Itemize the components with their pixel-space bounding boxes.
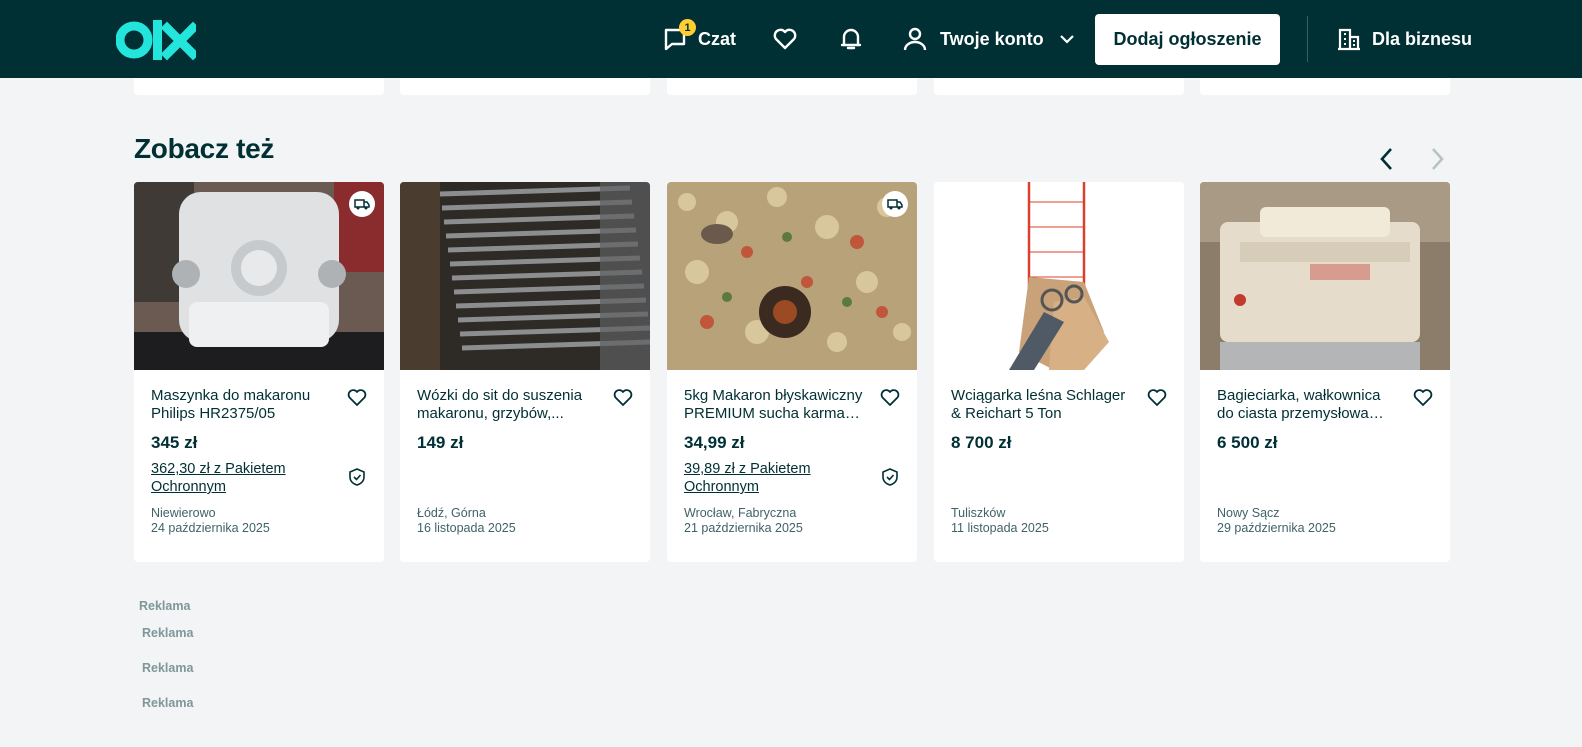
header-divider	[1307, 16, 1308, 62]
noodles-icon	[667, 182, 917, 370]
listing-location: Łódź, Górna	[417, 506, 486, 520]
protection-package-link[interactable]: 362,30 zł z Pakietem Ochronnym	[151, 460, 321, 496]
heart-icon	[346, 389, 368, 413]
listing-price: 345 zł	[151, 433, 198, 452]
ad-label: Reklama	[139, 599, 191, 613]
chevron-left-icon	[1377, 146, 1397, 177]
chat-unread-badge: 1	[679, 19, 696, 36]
listing-date: 24 października 2025	[151, 521, 270, 535]
heart-icon	[1146, 389, 1168, 413]
listing-image	[1200, 182, 1450, 370]
listing-price: 6 500 zł	[1217, 433, 1278, 452]
listing-date: 21 października 2025	[684, 521, 803, 535]
listing-image	[400, 182, 650, 370]
heart-icon	[612, 389, 634, 413]
business-label: Dla biznesu	[1372, 28, 1473, 49]
listing-price: 149 zł	[417, 433, 464, 452]
listing-card[interactable]: 5kg Makaron błyskawiczny PREMIUM sucha k…	[667, 182, 917, 562]
listing-location: Tuliszków	[951, 506, 1006, 520]
carousel-next-button[interactable]	[1421, 145, 1453, 177]
winch-icon	[934, 182, 1184, 370]
listing-title[interactable]: Wózki do sit do suszenia makaronu, grzyb…	[417, 387, 597, 425]
listing-image	[667, 182, 917, 370]
listing-title[interactable]: Bagieciarka, wałkownica do ciasta przemy…	[1217, 387, 1397, 425]
pasta-maker-icon	[134, 182, 384, 370]
user-icon	[902, 26, 928, 52]
listing-image	[134, 182, 384, 370]
notifications-button[interactable]	[838, 18, 864, 60]
section-title: Zobacz też	[134, 133, 275, 164]
shield-check-icon	[880, 467, 900, 487]
account-label: Twoje konto	[940, 28, 1044, 49]
business-link[interactable]: Dla biznesu	[1336, 18, 1472, 60]
listing-title[interactable]: 5kg Makaron błyskawiczny PREMIUM sucha k…	[684, 387, 864, 425]
add-to-favorites-button[interactable]	[879, 387, 901, 409]
listing-date: 29 października 2025	[1217, 521, 1336, 535]
chevron-down-icon	[1058, 30, 1076, 48]
heart-icon	[1412, 389, 1434, 413]
listing-price: 34,99 zł	[684, 433, 745, 452]
add-to-favorites-button[interactable]	[1146, 387, 1168, 409]
account-menu[interactable]: Twoje konto	[902, 18, 1076, 60]
chat-link[interactable]: 1 Czat	[662, 18, 736, 60]
favorites-button[interactable]	[772, 18, 798, 60]
listing-title[interactable]: Maszynka do makaronu Philips HR2375/05	[151, 387, 331, 425]
listing-card[interactable]: Wózki do sit do suszenia makaronu, grzyb…	[400, 182, 650, 562]
building-icon	[1336, 26, 1362, 52]
listing-date: 16 listopada 2025	[417, 521, 516, 535]
ad-label: Reklama	[142, 661, 194, 675]
listing-card[interactable]: Bagieciarka, wałkownica do ciasta przemy…	[1200, 182, 1450, 562]
bell-icon	[838, 26, 864, 52]
delivery-truck-icon	[354, 197, 370, 211]
drying-racks-icon	[400, 182, 650, 370]
listing-location: Niewierowo	[151, 506, 216, 520]
protection-package-link[interactable]: 39,89 zł z Pakietem Ochronnym	[684, 460, 854, 496]
dough-roller-icon	[1200, 182, 1450, 370]
add-listing-button[interactable]: Dodaj ogłoszenie	[1095, 14, 1280, 65]
olx-logo[interactable]	[115, 18, 200, 62]
listing-date: 11 listopada 2025	[951, 521, 1049, 535]
listing-card[interactable]: Wciągarka leśna Schlager & Reichart 5 To…	[934, 182, 1184, 562]
listing-price: 8 700 zł	[951, 433, 1012, 452]
add-to-favorites-button[interactable]	[612, 387, 634, 409]
delivery-truck-icon	[887, 197, 903, 211]
heart-icon	[879, 389, 901, 413]
shield-check-icon	[347, 467, 367, 487]
listing-location: Nowy Sącz	[1217, 506, 1280, 520]
heart-icon	[772, 26, 798, 52]
chevron-right-icon	[1427, 146, 1447, 177]
carousel-prev-button[interactable]	[1371, 145, 1403, 177]
ad-label: Reklama	[142, 696, 194, 710]
chat-label: Czat	[698, 28, 737, 49]
listing-location: Wrocław, Fabryczna	[684, 506, 797, 520]
listing-title[interactable]: Wciągarka leśna Schlager & Reichart 5 To…	[951, 387, 1131, 425]
add-to-favorites-button[interactable]	[346, 387, 368, 409]
ad-label: Reklama	[142, 626, 194, 640]
top-navigation-bar: 1 Czat Twoje konto Dodaj ogłoszenie Dla …	[0, 0, 1582, 78]
listing-image	[934, 182, 1184, 370]
listing-card[interactable]: Maszynka do makaronu Philips HR2375/05 3…	[134, 182, 384, 562]
delivery-badge	[882, 191, 908, 217]
add-to-favorites-button[interactable]	[1412, 387, 1434, 409]
listing-carousel: Maszynka do makaronu Philips HR2375/05 3…	[134, 182, 1450, 562]
delivery-badge	[349, 191, 375, 217]
